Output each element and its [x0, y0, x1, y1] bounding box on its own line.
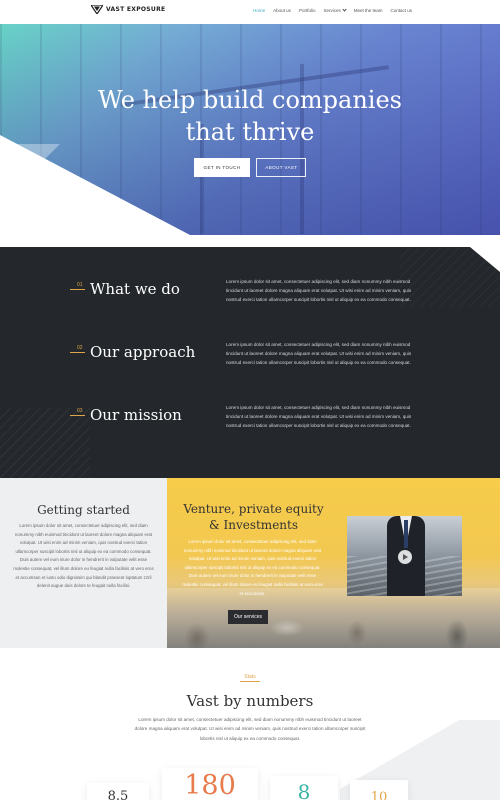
nav-item-services[interactable]: Services — [323, 7, 347, 13]
feature-number-line — [70, 352, 85, 353]
feature-number: 03 — [77, 408, 83, 414]
get-in-touch-button[interactable]: GET IN TOUCH — [193, 158, 251, 177]
chevron-down-icon — [342, 7, 347, 12]
hero-section: We help build companies that thrive GET … — [0, 24, 500, 235]
stats-section: Stats Vast by numbers Lorem ipsum dolor … — [0, 648, 500, 800]
our-services-button[interactable]: Our services — [228, 610, 269, 624]
hero-title-line1: We help build companies — [97, 86, 402, 114]
feature-number-line — [70, 415, 85, 416]
stats-title: Vast by numbers — [186, 692, 314, 710]
feature-text: Lorem ipsum dolor sit amet, consectetuer… — [226, 342, 412, 366]
nav-item-home[interactable]: Home — [253, 8, 265, 13]
about-vast-button[interactable]: ABOUT VAST — [256, 158, 307, 177]
stat-card: 10 — [350, 780, 408, 800]
nav-item-team[interactable]: Meet the team — [354, 8, 383, 13]
feature-heading: Our approach — [90, 343, 196, 361]
getting-started-title: Getting started — [37, 503, 130, 517]
feature-heading: Our mission — [90, 406, 182, 424]
hero-title: We help build companies that thrive — [0, 84, 500, 148]
feature-number-line — [70, 289, 85, 290]
nav-item-portfolio[interactable]: Portfolio — [299, 8, 316, 13]
main-menu: Home About us Portfolio Services Meet th… — [253, 7, 412, 13]
nav-item-contact[interactable]: Contact us — [390, 8, 412, 13]
venture-panel: Venture, private equity & Investments Lo… — [167, 478, 500, 648]
venture-title-line2: & Investments — [208, 518, 298, 532]
feature-text: Lorem ipsum dolor sit amet, consectetuer… — [226, 405, 412, 429]
feature-number: 02 — [77, 345, 83, 351]
feature-number: 01 — [77, 282, 83, 288]
feature-heading: What we do — [90, 280, 180, 298]
hero-title-line2: that thrive — [185, 118, 315, 146]
video-person-tie — [404, 520, 408, 548]
section-decor — [400, 247, 500, 307]
services-panels: Getting started Lorem ipsum dolor sit am… — [0, 478, 500, 648]
feature-text: Lorem ipsum dolor sit amet, consectetuer… — [226, 279, 412, 303]
section-decor — [0, 408, 90, 478]
stats-eyebrow: Stats — [244, 674, 256, 680]
venture-title-line1: Venture, private equity — [183, 502, 324, 516]
hero-buttons: GET IN TOUCH ABOUT VAST — [0, 158, 500, 177]
getting-started-panel: Getting started Lorem ipsum dolor sit am… — [0, 478, 167, 648]
stat-card: 8 — [270, 776, 338, 800]
getting-started-text: Lorem ipsum dolor sit amet, consectetuer… — [13, 523, 154, 589]
venture-text: Lorem ipsum dolor sit amet, consectetuer… — [182, 539, 323, 596]
stat-card: 8.5 — [87, 783, 149, 800]
video-thumbnail[interactable] — [347, 516, 462, 596]
nav-item-about[interactable]: About us — [273, 8, 291, 13]
stats-eyebrow-line — [240, 681, 260, 682]
features-section: 01 What we do Lorem ipsum dolor sit amet… — [0, 247, 500, 478]
venture-title: Venture, private equity & Investments — [167, 501, 340, 533]
logo-text: VAST EXPOSURE — [106, 6, 166, 13]
logo[interactable]: VAST EXPOSURE — [91, 5, 165, 14]
stat-card: 180 — [162, 768, 258, 800]
logo-mark-icon — [91, 5, 103, 14]
play-icon[interactable] — [398, 550, 412, 564]
hero-decor — [0, 135, 190, 235]
top-navigation: VAST EXPOSURE Home About us Portfolio Se… — [0, 0, 500, 24]
stats-text: Lorem ipsum dolor sit amet, consectetuer… — [134, 717, 366, 741]
nav-item-services-label: Services — [323, 8, 341, 13]
